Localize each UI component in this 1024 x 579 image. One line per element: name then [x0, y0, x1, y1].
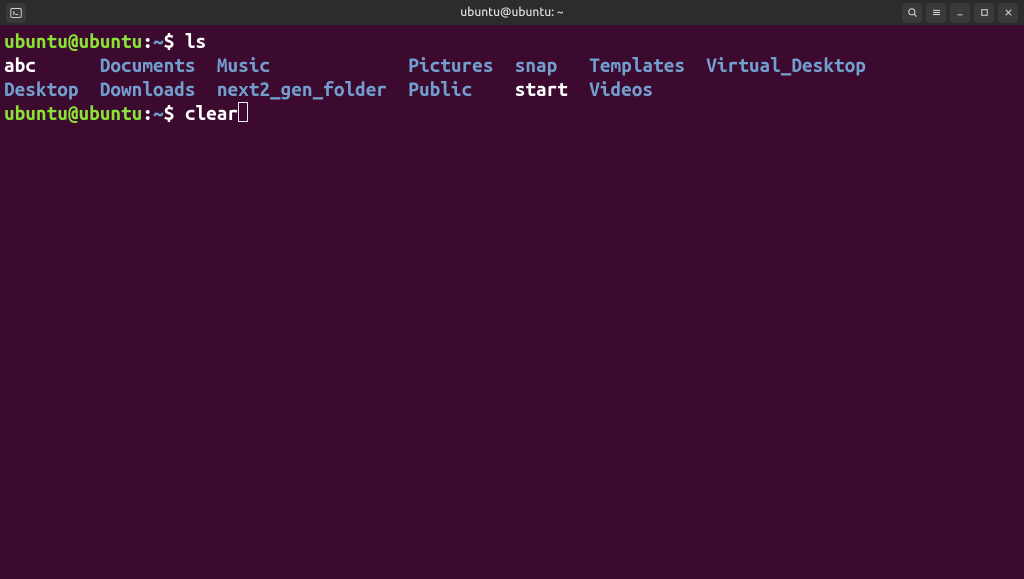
search-button[interactable]: [902, 3, 922, 23]
prompt-user-host: ubuntu@ubuntu: [4, 102, 142, 124]
ls-entry: Pictures: [408, 54, 514, 76]
window-controls: [902, 3, 1018, 23]
search-icon: [907, 7, 918, 18]
prompt-path: ~: [153, 30, 164, 52]
close-button[interactable]: [998, 3, 1018, 23]
ls-entry: Desktop: [4, 78, 100, 100]
maximize-button[interactable]: [974, 3, 994, 23]
ls-entry: abc: [4, 54, 100, 76]
ls-entry: Documents: [100, 54, 217, 76]
ls-entry: Virtual_Desktop: [706, 54, 866, 76]
ls-entry: next2_gen_folder: [217, 78, 409, 100]
prompt-path: ~: [153, 102, 164, 124]
prompt-colon: :: [142, 102, 153, 124]
terminal-icon: [6, 3, 26, 23]
close-icon: [1003, 7, 1014, 18]
ls-entry: snap: [515, 54, 589, 76]
ls-entry: Downloads: [100, 78, 217, 100]
titlebar: ubuntu@ubuntu: ~: [0, 0, 1024, 25]
terminal-line: ubuntu@ubuntu:~$ clear: [4, 101, 1020, 125]
command-text: clear: [185, 102, 238, 124]
terminal-body[interactable]: ubuntu@ubuntu:~$ lsabc Documents Music P…: [0, 25, 1024, 579]
terminal-line: abc Documents Music Pictures snap Templa…: [4, 53, 1020, 77]
prompt-dollar: $: [164, 30, 185, 52]
minimize-button[interactable]: [950, 3, 970, 23]
ls-entry: Public: [408, 78, 514, 100]
command-text: ls: [185, 30, 206, 52]
terminal-line: ubuntu@ubuntu:~$ ls: [4, 29, 1020, 53]
prompt-dollar: $: [164, 102, 185, 124]
ls-entry: start: [515, 78, 589, 100]
window-title: ubuntu@ubuntu: ~: [460, 6, 563, 19]
cursor: [238, 102, 248, 122]
prompt-colon: :: [142, 30, 153, 52]
menu-icon: [931, 7, 942, 18]
terminal-line: Desktop Downloads next2_gen_folder Publi…: [4, 77, 1020, 101]
minimize-icon: [955, 8, 965, 18]
ls-entry: Music: [217, 54, 409, 76]
ls-entry: Templates: [589, 54, 706, 76]
prompt-user-host: ubuntu@ubuntu: [4, 30, 142, 52]
menu-button[interactable]: [926, 3, 946, 23]
ls-entry: Videos: [589, 78, 653, 100]
maximize-icon: [979, 7, 990, 18]
